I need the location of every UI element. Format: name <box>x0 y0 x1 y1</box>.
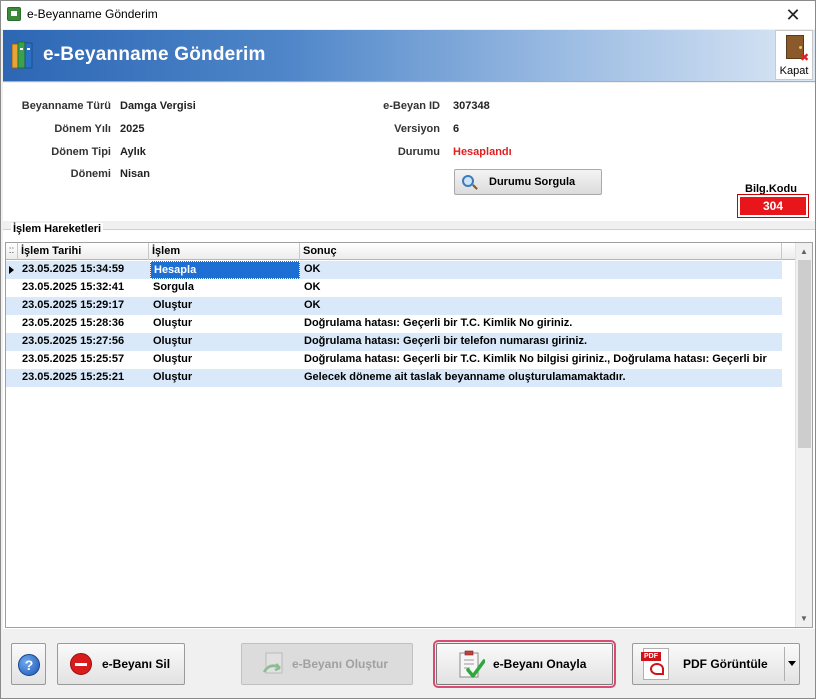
close-mark-icon: ✖ <box>800 52 810 64</box>
cell-action[interactable]: Oluştur <box>150 333 300 351</box>
window-title: e-Beyanname Gönderim <box>27 7 158 21</box>
checklist-approve-icon <box>459 650 485 678</box>
table-row[interactable]: 23.05.2025 15:25:21 Oluştur Gelecek döne… <box>6 369 782 387</box>
cell-action[interactable]: Sorgula <box>150 279 300 297</box>
bilg-kodu-value: 304 <box>737 194 809 218</box>
table-row[interactable]: 23.05.2025 15:25:57 Oluştur Doğrulama ha… <box>6 351 782 369</box>
cell-result[interactable]: OK <box>301 279 782 297</box>
create-document-icon <box>262 652 283 674</box>
window-close-button[interactable]: ✕ <box>771 1 815 29</box>
label-donemi: Dönemi <box>70 168 111 180</box>
query-status-button[interactable]: Durumu Sorgula <box>454 169 602 195</box>
magnifier-icon <box>462 175 474 187</box>
acrobat-swirl-icon <box>650 663 664 675</box>
query-status-label: Durumu Sorgula <box>489 176 576 188</box>
cell-result[interactable]: Doğrulama hatası: Geçerli bir T.C. Kimli… <box>301 315 782 333</box>
delete-ebeyan-button[interactable]: e-Beyanı Sil <box>57 643 185 685</box>
history-group: İşlem Hareketleri :: İşlem Tarihi İşlem … <box>3 223 815 629</box>
pdf-view-button[interactable]: PDF PDF Görüntüle <box>632 643 800 685</box>
bilg-kodu-label: Bilg.Kodu <box>745 183 797 195</box>
row-indicator <box>6 261 18 279</box>
value-ebeyan-id: 307348 <box>453 100 490 112</box>
cell-result[interactable]: Doğrulama hatası: Geçerli bir T.C. Kimli… <box>301 351 782 369</box>
column-header-action[interactable]: İşlem <box>149 243 300 260</box>
row-indicator <box>6 297 18 315</box>
create-ebeyan-label: e-Beyanı Oluştur <box>292 657 389 671</box>
split-separator <box>784 647 785 681</box>
table-row[interactable]: 23.05.2025 15:29:17 Oluştur OK <box>6 297 782 315</box>
scroll-down-arrow-icon[interactable]: ▼ <box>796 610 812 627</box>
cell-date[interactable]: 23.05.2025 15:32:41 <box>19 279 149 297</box>
history-grid[interactable]: :: İşlem Tarihi İşlem Sonuç 23.05.2025 1… <box>5 242 813 628</box>
kapat-label: Kapat <box>779 65 809 77</box>
grid-rows: 23.05.2025 15:34:59 Hesapla OK 23.05.202… <box>6 261 782 387</box>
value-donem-yili: 2025 <box>120 123 145 135</box>
pdf-view-label: PDF Görüntüle <box>683 657 768 671</box>
table-row[interactable]: 23.05.2025 15:27:56 Oluştur Doğrulama ha… <box>6 333 782 351</box>
create-ebeyan-button[interactable]: e-Beyanı Oluştur <box>241 643 413 685</box>
no-entry-icon <box>70 653 92 675</box>
value-donem-tipi: Aylık <box>120 146 146 158</box>
column-header-result[interactable]: Sonuç <box>300 243 782 260</box>
vertical-scrollbar[interactable]: ▲ ▼ <box>795 243 812 627</box>
title-bar: e-Beyanname Gönderim ✕ <box>1 1 815 29</box>
cell-date[interactable]: 23.05.2025 15:29:17 <box>19 297 149 315</box>
cell-action-selected[interactable]: Hesapla <box>150 261 300 279</box>
cell-result[interactable]: Doğrulama hatası: Geçerli bir telefon nu… <box>301 333 782 351</box>
app-window: e-Beyanname Gönderim ✕ e-Beyanname Gönde… <box>0 0 816 699</box>
table-row[interactable]: 23.05.2025 15:32:41 Sorgula OK <box>6 279 782 297</box>
scroll-up-arrow-icon[interactable]: ▲ <box>796 243 812 260</box>
page-title: e-Beyanname Gönderim <box>43 44 266 65</box>
cell-action[interactable]: Oluştur <box>150 351 300 369</box>
delete-ebeyan-label: e-Beyanı Sil <box>102 657 171 671</box>
value-beyanname-turu: Damga Vergisi <box>120 100 196 112</box>
header-banner: e-Beyanname Gönderim ✖ Kapat <box>3 30 815 82</box>
dropdown-arrow-icon[interactable] <box>788 661 796 666</box>
cell-result[interactable]: Gelecek döneme ait taslak beyanname oluş… <box>301 369 782 387</box>
cell-action[interactable]: Oluştur <box>150 297 300 315</box>
cell-date[interactable]: 23.05.2025 15:28:36 <box>19 315 149 333</box>
row-indicator <box>6 333 18 351</box>
app-icon <box>7 7 21 21</box>
books-icon <box>11 41 33 69</box>
cell-action[interactable]: Oluştur <box>150 315 300 333</box>
table-row[interactable]: 23.05.2025 15:28:36 Oluştur Doğrulama ha… <box>6 315 782 333</box>
cell-action[interactable]: Oluştur <box>150 369 300 387</box>
help-button[interactable]: ? <box>11 643 46 685</box>
pdf-file-icon: PDF <box>641 648 669 680</box>
label-durumu: Durumu <box>397 146 440 158</box>
status-value: Hesaplandı <box>453 146 512 158</box>
pdf-tag: PDF <box>641 652 661 661</box>
row-indicator <box>6 369 18 387</box>
cell-date[interactable]: 23.05.2025 15:27:56 <box>19 333 149 351</box>
approve-ebeyan-label: e-Beyanı Onayla <box>493 657 587 671</box>
footer-toolbar: ? e-Beyanı Sil e-Beyanı Oluştur e-Beyanı… <box>1 631 815 698</box>
grid-header: :: İşlem Tarihi İşlem Sonuç <box>6 243 796 260</box>
label-beyanname-turu: Beyanname Türü <box>21 100 111 112</box>
value-donemi: Nisan <box>120 168 150 180</box>
help-icon: ? <box>18 654 40 676</box>
row-indicator <box>6 315 18 333</box>
row-indicator <box>6 279 18 297</box>
approve-ebeyan-button[interactable]: e-Beyanı Onayla <box>433 640 616 688</box>
scrollbar-thumb[interactable] <box>798 260 811 448</box>
kapat-button[interactable]: ✖ Kapat <box>775 30 813 80</box>
cell-date[interactable]: 23.05.2025 15:25:57 <box>19 351 149 369</box>
label-ebeyan-id: e-Beyan ID <box>383 100 440 112</box>
label-donem-yili: Dönem Yılı <box>54 123 111 135</box>
label-versiyon: Versiyon <box>394 123 440 135</box>
column-header-date[interactable]: İşlem Tarihi <box>18 243 149 260</box>
current-row-arrow-icon <box>9 266 14 274</box>
row-indicator <box>6 351 18 369</box>
label-donem-tipi: Dönem Tipi <box>51 146 111 158</box>
grid-indicator-header[interactable]: :: <box>6 243 18 260</box>
cell-date[interactable]: 23.05.2025 15:25:21 <box>19 369 149 387</box>
cell-date[interactable]: 23.05.2025 15:34:59 <box>19 261 149 279</box>
table-row[interactable]: 23.05.2025 15:34:59 Hesapla OK <box>6 261 782 279</box>
cell-result[interactable]: OK <box>301 261 782 279</box>
value-versiyon: 6 <box>453 123 460 135</box>
history-group-title: İşlem Hareketleri <box>11 223 104 235</box>
declaration-info-panel: Beyanname Türü Damga Vergisi Dönem Yılı … <box>3 83 815 221</box>
cell-result[interactable]: OK <box>301 297 782 315</box>
